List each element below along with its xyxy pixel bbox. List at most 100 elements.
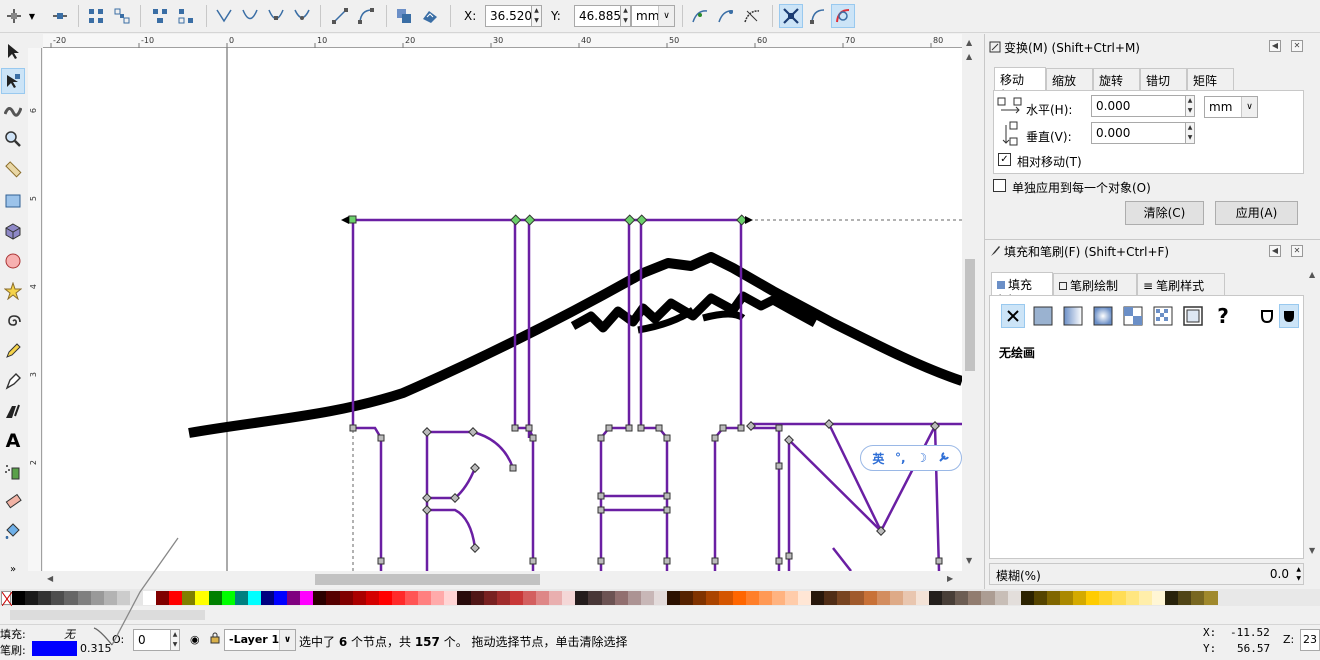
ime-punctuation[interactable]: °, [895,451,906,465]
palette-swatch[interactable] [365,591,380,605]
palette-swatch[interactable] [1086,591,1101,605]
segment-curve-icon[interactable] [354,4,378,28]
apply-button[interactable]: 应用(A) [1215,201,1298,225]
join-segment-icon[interactable] [148,4,172,28]
palette-swatch[interactable] [1060,591,1074,605]
palette-swatch[interactable] [405,591,419,605]
show-handles-icon[interactable] [714,4,738,28]
dock-close-icon[interactable]: ✕ [1291,245,1303,257]
tab-scale[interactable]: 缩放(S) [1046,68,1093,103]
canvas-horizontal-scrollbar[interactable]: ◀ ▶ [43,571,962,588]
palette-swatch[interactable] [38,591,53,605]
palette-swatch[interactable] [1073,591,1088,605]
tab-matrix[interactable]: 矩阵(X) [1187,68,1234,103]
scroll-up-icon[interactable]: ▲ [1309,270,1315,279]
ime-language[interactable]: 英 [872,450,884,467]
delete-node-icon[interactable] [48,4,72,28]
fill-indicator-value[interactable]: 无 [64,626,75,642]
spray-tool-icon[interactable] [1,458,25,484]
palette-swatch[interactable] [64,591,79,605]
palette-swatch[interactable] [1164,591,1179,605]
move-unit-select[interactable]: mm ∨ [1204,96,1258,118]
mesh-gradient-icon[interactable] [1121,304,1145,328]
stroke-width-value[interactable]: 0.315 [80,642,112,655]
palette-swatch[interactable] [562,591,577,605]
palette-swatch[interactable] [1099,591,1114,605]
palette-swatch[interactable] [457,591,472,605]
palette-swatch[interactable] [667,591,681,605]
palette-swatch[interactable] [680,591,695,605]
palette-swatch[interactable] [116,591,131,605]
rectangle-tool-icon[interactable] [1,188,25,214]
palette-swatch[interactable] [850,591,865,605]
palette-swatch[interactable] [391,591,406,605]
palette-swatch[interactable] [653,591,668,605]
palette-swatch[interactable] [1033,591,1048,605]
palette-swatch[interactable] [1191,591,1205,605]
apply-each-checkbox[interactable] [993,179,1006,192]
horizontal-ruler[interactable]: -20 -10 0 10 20 30 40 50 60 70 80 [43,34,964,48]
palette-swatch[interactable] [352,591,367,605]
radial-gradient-icon[interactable] [1091,304,1115,328]
palette-swatch[interactable] [195,591,210,605]
node-cusp-icon[interactable] [212,4,236,28]
node-tool-icon[interactable] [1,68,25,94]
tab-rotate[interactable]: 旋转(R) [1093,68,1140,103]
flat-color-icon[interactable] [1031,304,1055,328]
fill-rule-nonzero-icon[interactable] [1279,304,1299,328]
node-symmetric-icon[interactable] [264,4,288,28]
palette-swatch[interactable] [929,591,943,605]
blur-slider[interactable]: 模糊(%) 0.0 ▲ ▼ [989,563,1304,585]
x-spin-arrows[interactable]: ▲ ▼ [531,5,542,27]
palette-swatch[interactable] [915,591,930,605]
palette-swatch[interactable] [221,591,236,605]
palette-swatch[interactable] [522,591,537,605]
palette-swatch[interactable] [274,591,288,605]
segment-line-icon[interactable] [328,4,352,28]
palette-swatch[interactable] [719,591,734,605]
palette-swatch[interactable] [208,591,223,605]
scroll-up-icon[interactable]: ▲ [966,38,972,47]
opacity-spin-arrows[interactable]: ▲ ▼ [170,629,180,651]
palette-swatch[interactable] [706,591,721,605]
palette-swatch[interactable] [90,591,105,605]
palette-swatch[interactable] [1007,591,1022,605]
palette-swatch[interactable] [811,591,826,605]
calligraphy-tool-icon[interactable] [1,398,25,424]
unset-paint-icon[interactable]: ? [1211,304,1235,328]
palette-swatch[interactable] [12,591,26,605]
palette-swatch[interactable] [1125,591,1140,605]
vertical-input[interactable]: 0.000 [1091,122,1186,144]
scroll-left-icon[interactable]: ◀ [47,574,53,583]
panel-scrollbar[interactable]: ▲ ▼ [1307,270,1319,560]
palette-swatch[interactable] [693,591,708,605]
stroke-to-path-icon[interactable] [418,4,442,28]
eye-icon[interactable]: ◉ [190,633,200,646]
palette-swatch[interactable] [627,591,642,605]
lock-icon[interactable] [210,632,220,647]
swatch-icon[interactable] [1181,304,1205,328]
dock-iconify-icon[interactable]: ◀ [1269,245,1281,257]
show-transform-handles-icon[interactable] [688,4,712,28]
palette-swatch[interactable] [614,591,629,605]
scroll-down-icon[interactable]: ▼ [966,556,972,565]
canvas-vertical-scrollbar[interactable]: ▲ ▲ ▼ [962,34,978,571]
dock-iconify-icon[interactable]: ◀ [1269,40,1281,52]
palette-swatch[interactable] [968,591,983,605]
insert-node-icon[interactable] [2,4,26,28]
palette-swatch[interactable] [549,591,564,605]
star-tool-icon[interactable] [1,278,25,304]
palette-swatch[interactable] [496,591,511,605]
opacity-input[interactable]: 0 [133,629,171,651]
palette-swatch[interactable] [732,591,747,605]
palette-swatch[interactable] [25,591,40,605]
palette-swatch[interactable] [1177,591,1192,605]
edit-clip-path-icon[interactable] [806,4,830,28]
more-tools-icon[interactable]: » [1,562,25,576]
drawing-canvas[interactable]: 英 °, ☽ [43,48,962,571]
scroll-up-small-icon[interactable]: ▲ [966,52,972,61]
palette-swatch[interactable] [876,591,891,605]
palette-swatch[interactable] [326,591,341,605]
palette-swatch[interactable] [745,591,760,605]
ellipse-tool-icon[interactable] [1,248,25,274]
